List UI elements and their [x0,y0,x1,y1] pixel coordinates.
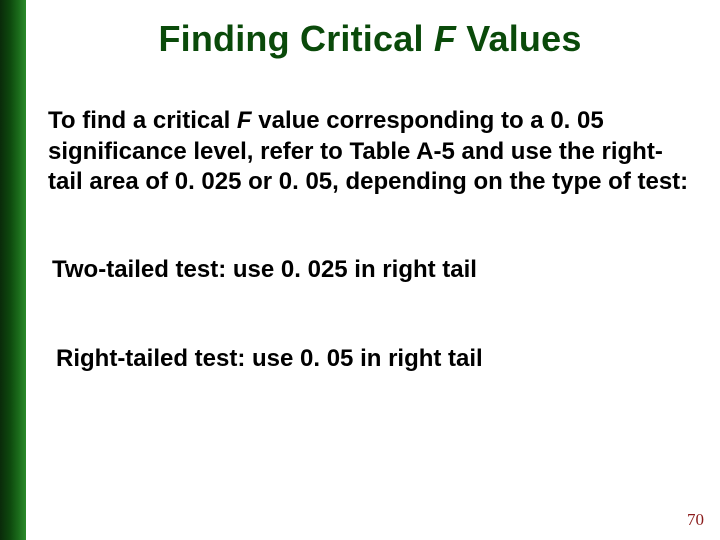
left-accent-bar [0,0,26,540]
title-pre: Finding Critical [158,18,433,59]
intro-paragraph: To find a critical F value corresponding… [48,106,692,198]
two-tailed-line: Two-tailed test: use 0. 025 in right tai… [52,254,692,285]
para-pre: To find a critical [48,107,237,134]
title-post: Values [456,18,581,59]
page-number: 70 [687,510,704,530]
slide-content: Finding Critical F Values To find a crit… [26,0,720,540]
slide-title: Finding Critical F Values [48,18,692,60]
para-italic-f: F [237,107,252,134]
title-italic-f: F [434,18,456,59]
right-tailed-line: Right-tailed test: use 0. 05 in right ta… [56,343,692,374]
